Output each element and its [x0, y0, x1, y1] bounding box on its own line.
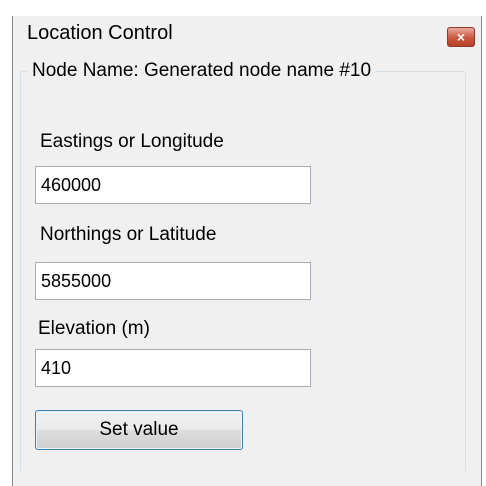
close-button[interactable]: × — [447, 27, 475, 47]
elevation-label: Elevation (m) — [38, 318, 150, 339]
set-value-button[interactable]: Set value — [35, 410, 243, 450]
eastings-input[interactable]: 460000 — [35, 166, 311, 204]
northings-input[interactable]: 5855000 — [35, 262, 311, 300]
close-icon: × — [456, 29, 466, 45]
elevation-input[interactable]: 410 — [35, 349, 311, 387]
title-bar: Location Control × — [13, 16, 481, 56]
eastings-label: Eastings or Longitude — [40, 131, 224, 152]
northings-label: Northings or Latitude — [40, 224, 217, 245]
node-name-legend: Node Name: Generated node name #10 — [27, 60, 377, 82]
window-title: Location Control — [27, 22, 173, 44]
